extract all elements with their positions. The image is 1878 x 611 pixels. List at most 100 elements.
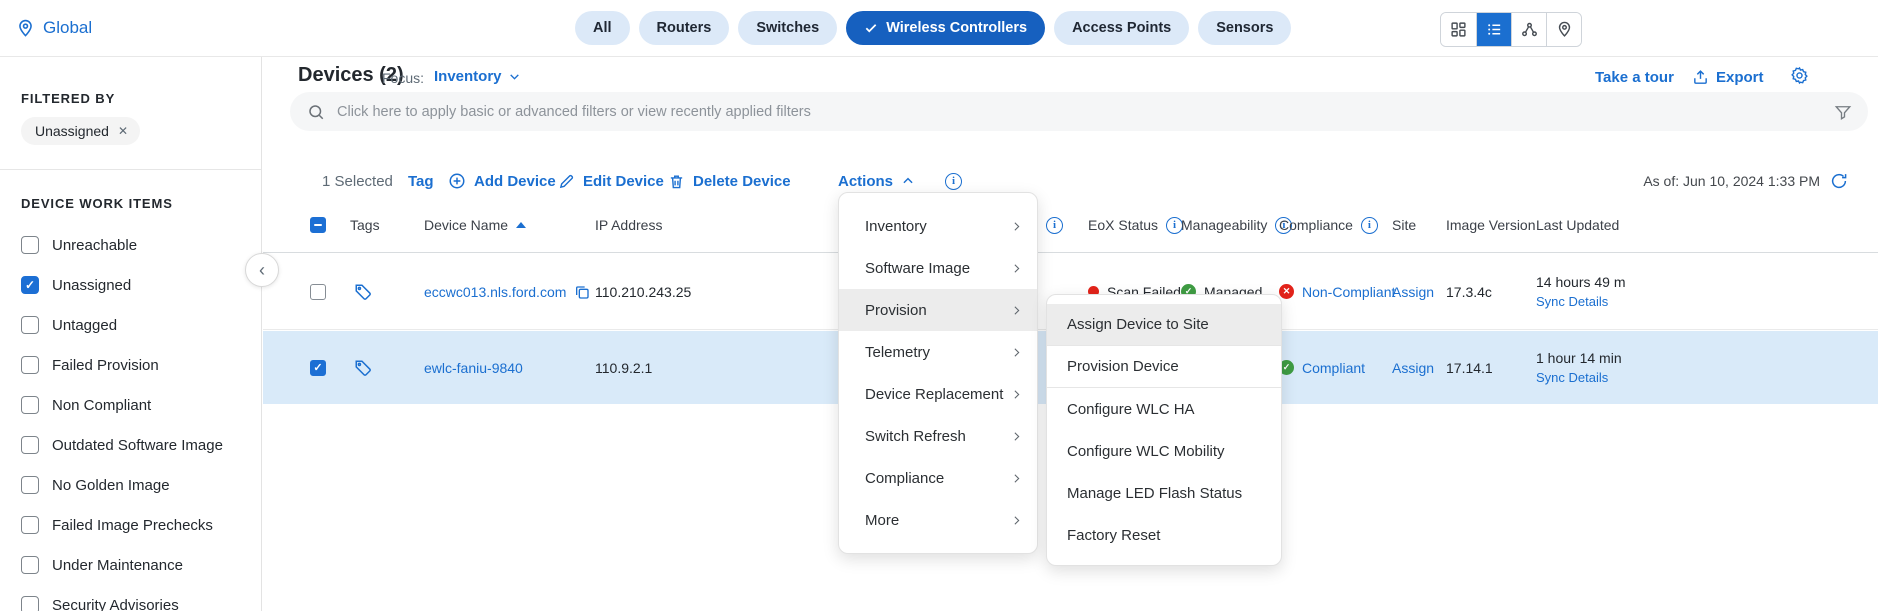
site-cell: Assign bbox=[1392, 254, 1434, 329]
work-item-security-advisories[interactable]: Security Advisories bbox=[21, 585, 241, 611]
menu-item-device-replacement[interactable]: Device Replacement bbox=[839, 373, 1037, 415]
checkbox-checked[interactable]: ✓ bbox=[21, 276, 39, 294]
focus-dropdown[interactable]: Inventory bbox=[434, 68, 521, 85]
checkbox[interactable] bbox=[21, 356, 39, 374]
checkbox[interactable] bbox=[21, 236, 39, 254]
work-item-no-golden-image[interactable]: No Golden Image bbox=[21, 465, 241, 505]
chevron-right-icon bbox=[1010, 346, 1023, 359]
grid-view-button[interactable] bbox=[1441, 13, 1476, 46]
filter-pill-all[interactable]: All bbox=[575, 11, 630, 45]
filtered-by-heading: FILTERED BY bbox=[21, 91, 115, 106]
device-name-link[interactable]: eccwc013.nls.ford.com bbox=[424, 284, 566, 300]
submenu-item-assign-device-to-site[interactable]: Assign Device to Site bbox=[1047, 304, 1281, 346]
row-checkbox-wrap bbox=[310, 254, 326, 329]
copy-icon[interactable] bbox=[574, 284, 590, 300]
menu-item-provision[interactable]: Provision bbox=[839, 289, 1037, 331]
menu-item-switch-refresh[interactable]: Switch Refresh bbox=[839, 415, 1037, 457]
menu-item-telemetry[interactable]: Telemetry bbox=[839, 331, 1037, 373]
work-item-unreachable[interactable]: Unreachable bbox=[21, 225, 241, 265]
sidebar-collapse-handle[interactable]: ‹ bbox=[245, 253, 279, 287]
work-item-failed-provision[interactable]: Failed Provision bbox=[21, 345, 241, 385]
checkbox[interactable] bbox=[21, 396, 39, 414]
device-name-link[interactable]: ewlc-faniu-9840 bbox=[424, 360, 523, 376]
remove-chip-icon[interactable]: ✕ bbox=[118, 124, 128, 138]
row-checkbox-checked[interactable]: ✓ bbox=[310, 360, 326, 376]
submenu-item-manage-led-flash-status[interactable]: Manage LED Flash Status bbox=[1047, 472, 1281, 514]
filter-pill-switches[interactable]: Switches bbox=[738, 11, 837, 45]
device-family-filter-pills: All Routers Switches Wireless Controller… bbox=[575, 11, 1291, 45]
as-of-timestamp: As of: Jun 10, 2024 1:33 PM bbox=[1643, 166, 1848, 196]
edit-device-button[interactable]: Edit Device bbox=[558, 166, 664, 196]
sync-details-link[interactable]: Sync Details bbox=[1536, 370, 1608, 385]
take-a-tour-link[interactable]: Take a tour bbox=[1595, 69, 1674, 86]
filter-funnel-icon[interactable] bbox=[1834, 103, 1852, 121]
submenu-item-configure-wlc-ha[interactable]: Configure WLC HA bbox=[1047, 388, 1281, 430]
unassigned-filter-chip[interactable]: Unassigned ✕ bbox=[21, 117, 140, 145]
checkbox[interactable] bbox=[21, 556, 39, 574]
checkbox[interactable] bbox=[21, 316, 39, 334]
filter-pill-wireless-controllers[interactable]: Wireless Controllers bbox=[846, 11, 1045, 45]
column-header-image-version: Image Version bbox=[1446, 197, 1536, 253]
column-header-site: Site bbox=[1392, 197, 1416, 253]
menu-item-more[interactable]: More bbox=[839, 499, 1037, 541]
grid-view-icon bbox=[1450, 21, 1467, 38]
work-item-non-compliant[interactable]: Non Compliant bbox=[21, 385, 241, 425]
sort-ascending-icon[interactable] bbox=[516, 222, 526, 228]
checkbox[interactable] bbox=[21, 596, 39, 611]
chevron-right-icon bbox=[1010, 220, 1023, 233]
menu-item-inventory[interactable]: Inventory bbox=[839, 205, 1037, 247]
submenu-item-provision-device[interactable]: Provision Device bbox=[1047, 346, 1281, 388]
table-settings-gear-icon[interactable] bbox=[1790, 66, 1809, 85]
menu-item-software-image[interactable]: Software Image bbox=[839, 247, 1037, 289]
filters-sidebar: FILTERED BY Unassigned ✕ DEVICE WORK ITE… bbox=[0, 57, 262, 611]
sync-details-link[interactable]: Sync Details bbox=[1536, 294, 1608, 309]
map-view-button[interactable] bbox=[1546, 13, 1581, 46]
submenu-item-configure-wlc-mobility[interactable]: Configure WLC Mobility bbox=[1047, 430, 1281, 472]
topology-view-button[interactable] bbox=[1511, 13, 1546, 46]
export-button[interactable]: Export bbox=[1692, 69, 1764, 86]
menu-item-compliance[interactable]: Compliance bbox=[839, 457, 1037, 499]
filter-pill-access-points[interactable]: Access Points bbox=[1054, 11, 1189, 45]
info-icon[interactable]: i bbox=[1046, 217, 1063, 234]
submenu-item-factory-reset[interactable]: Factory Reset bbox=[1047, 514, 1281, 556]
work-item-failed-image-prechecks[interactable]: Failed Image Prechecks bbox=[21, 505, 241, 545]
refresh-icon[interactable] bbox=[1830, 172, 1848, 190]
info-icon[interactable]: i bbox=[1361, 217, 1378, 234]
global-site-selector[interactable]: Global bbox=[16, 0, 92, 56]
compliance-link[interactable]: Non-Compliant bbox=[1302, 284, 1395, 300]
chevron-right-icon bbox=[1010, 514, 1023, 527]
last-updated-value: 1 hour 14 min bbox=[1536, 350, 1622, 366]
work-item-untagged[interactable]: Untagged bbox=[21, 305, 241, 345]
column-header-compliance: Compliance i bbox=[1279, 197, 1378, 253]
device-work-items-heading: DEVICE WORK ITEMS bbox=[21, 196, 173, 211]
compliance-link[interactable]: Compliant bbox=[1302, 360, 1365, 376]
select-all-checkbox[interactable] bbox=[310, 217, 326, 233]
assign-site-link[interactable]: Assign bbox=[1392, 360, 1434, 376]
work-item-under-maintenance[interactable]: Under Maintenance bbox=[21, 545, 241, 585]
search-placeholder: Click here to apply basic or advanced fi… bbox=[337, 104, 1834, 120]
actions-dropdown-menu: Inventory Software Image Provision Telem… bbox=[838, 192, 1038, 554]
column-header-device-name[interactable]: Device Name bbox=[424, 197, 526, 253]
filter-pill-sensors[interactable]: Sensors bbox=[1198, 11, 1291, 45]
info-icon[interactable]: i bbox=[945, 173, 962, 190]
assign-site-link[interactable]: Assign bbox=[1392, 284, 1434, 300]
tag-icon[interactable] bbox=[354, 254, 372, 329]
pencil-icon bbox=[558, 173, 575, 190]
tag-icon[interactable] bbox=[354, 331, 372, 404]
list-view-button[interactable] bbox=[1476, 13, 1511, 46]
checkbox[interactable] bbox=[21, 516, 39, 534]
filter-pill-routers[interactable]: Routers bbox=[639, 11, 730, 45]
work-item-unassigned[interactable]: ✓Unassigned bbox=[21, 265, 241, 305]
add-device-button[interactable]: Add Device bbox=[448, 166, 556, 196]
device-name-cell: eccwc013.nls.ford.com bbox=[424, 254, 590, 329]
tag-button[interactable]: Tag bbox=[408, 166, 434, 196]
device-work-items-list: Unreachable ✓Unassigned Untagged Failed … bbox=[21, 225, 241, 611]
checkbox[interactable] bbox=[21, 476, 39, 494]
row-checkbox[interactable] bbox=[310, 284, 326, 300]
chevron-up-icon bbox=[901, 174, 915, 188]
select-all-checkbox-wrap bbox=[310, 197, 326, 253]
checkbox[interactable] bbox=[21, 436, 39, 454]
filter-search-bar[interactable]: Click here to apply basic or advanced fi… bbox=[290, 92, 1868, 131]
delete-device-button[interactable]: Delete Device bbox=[668, 166, 791, 196]
work-item-outdated-software-image[interactable]: Outdated Software Image bbox=[21, 425, 241, 465]
